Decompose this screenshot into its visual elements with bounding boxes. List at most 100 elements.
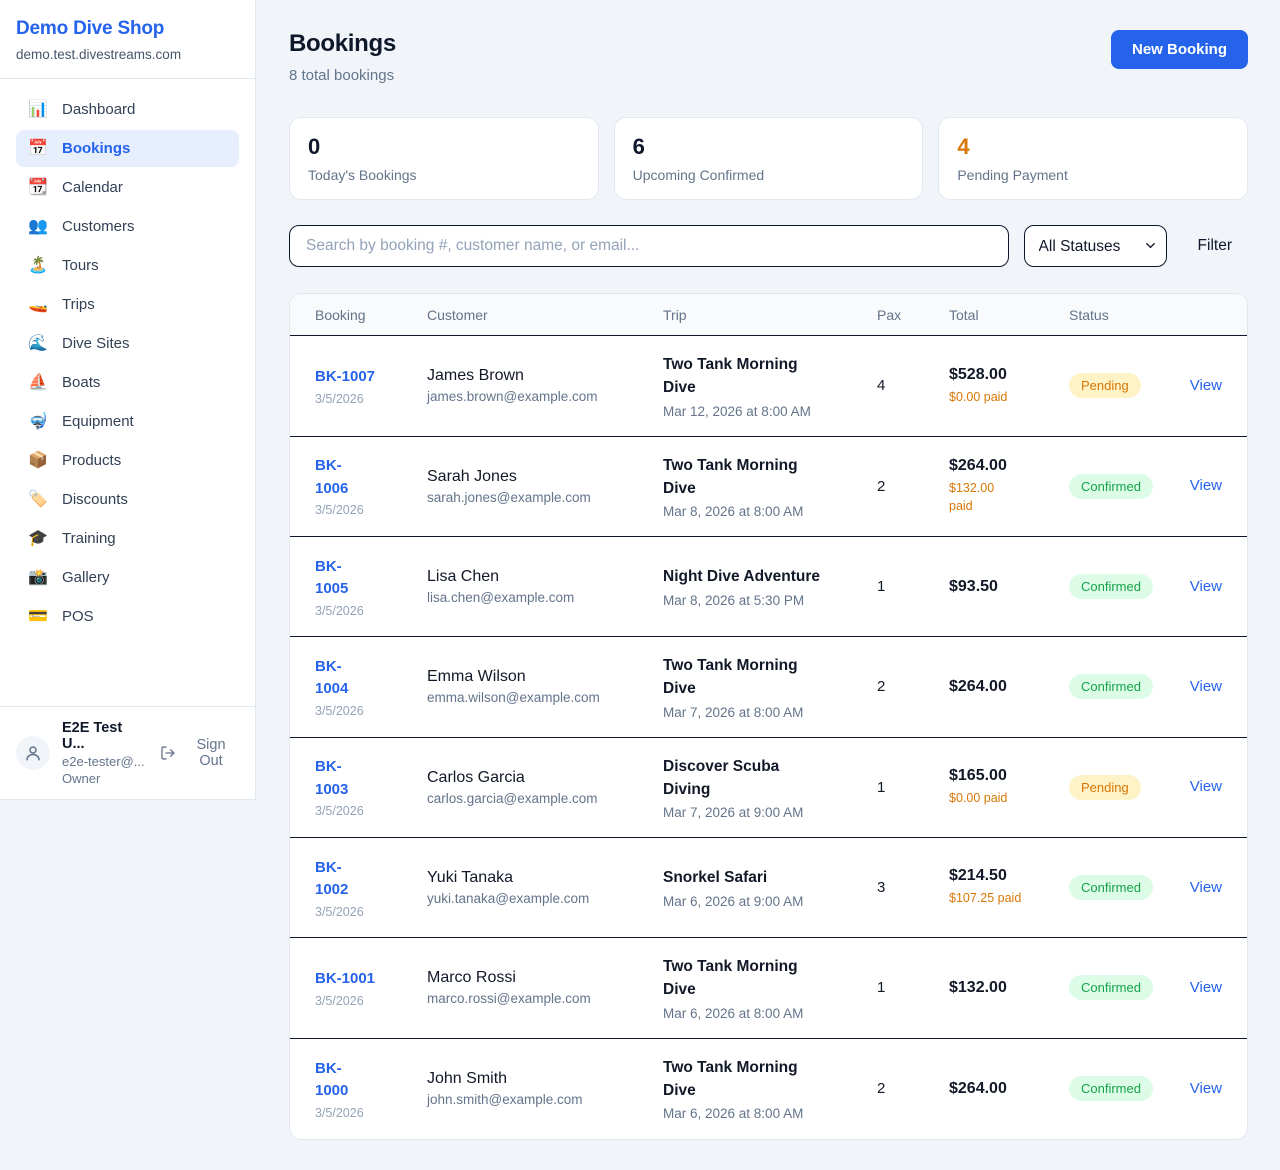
customer-cell: Carlos Garcia carlos.garcia@example.com <box>427 769 663 806</box>
total-amount: $264.00 <box>949 1080 1069 1098</box>
sidebar-item-trips[interactable]: 🚤Trips <box>16 286 239 323</box>
view-link[interactable]: View <box>1190 377 1222 394</box>
status-badge: Confirmed <box>1069 574 1153 599</box>
customer-name: Yuki Tanaka <box>427 869 663 887</box>
user-section: E2E Test U... e2e-tester@... Owner Sign … <box>0 706 255 799</box>
customer-cell: Lisa Chen lisa.chen@example.com <box>427 568 663 605</box>
sidebar-item-label: Equipment <box>62 413 134 430</box>
sidebar-item-training[interactable]: 🎓Training <box>16 520 239 557</box>
customer-name: James Brown <box>427 367 663 385</box>
sidebar-item-tours[interactable]: 🏝️Tours <box>16 247 239 284</box>
view-cell: View <box>1190 778 1222 796</box>
sidebar-item-dashboard[interactable]: 📊Dashboard <box>16 91 239 128</box>
status-select[interactable]: All Statuses <box>1024 225 1167 267</box>
view-link[interactable]: View <box>1190 778 1222 795</box>
sidebar-item-discounts[interactable]: 🏷️Discounts <box>16 481 239 518</box>
sidebar-item-bookings[interactable]: 📅Bookings <box>16 130 239 167</box>
customer-email: yuki.tanaka@example.com <box>427 891 663 906</box>
user-name: E2E Test U... <box>62 720 148 752</box>
customer-email: sarah.jones@example.com <box>427 490 663 505</box>
status-badge: Confirmed <box>1069 474 1153 499</box>
table-row: BK- 1002 3/5/2026 Yuki Tanaka yuki.tanak… <box>290 838 1247 938</box>
total-cell: $528.00 $0.00 paid <box>949 366 1069 406</box>
booking-id-link[interactable]: BK- 1002 <box>315 859 348 899</box>
column-header-status: Status <box>1069 307 1184 323</box>
table-row: BK-1001 3/5/2026 Marco Rossi marco.rossi… <box>290 938 1247 1039</box>
view-link[interactable]: View <box>1190 477 1222 494</box>
column-header-customer: Customer <box>427 307 663 323</box>
sidebar-item-label: Boats <box>62 374 100 391</box>
sidebar-item-label: Products <box>62 452 121 469</box>
sidebar-item-calendar[interactable]: 📆Calendar <box>16 169 239 206</box>
trip-datetime: Mar 8, 2026 at 8:00 AM <box>663 504 877 519</box>
sidebar-item-equipment[interactable]: 🤿Equipment <box>16 403 239 440</box>
total-cell: $214.50 $107.25 paid <box>949 867 1069 907</box>
filter-button[interactable]: Filter <box>1182 227 1248 265</box>
trip-cell: Two Tank Morning Dive Mar 6, 2026 at 8:0… <box>663 1056 877 1122</box>
column-header-total: Total <box>949 307 1069 323</box>
view-link[interactable]: View <box>1190 979 1222 996</box>
view-link[interactable]: View <box>1190 578 1222 595</box>
booking-id-link[interactable]: BK- 1000 <box>315 1060 348 1100</box>
sidebar-item-label: Dive Sites <box>62 335 130 352</box>
status-select-wrap: All Statuses <box>1024 225 1167 267</box>
customer-cell: Emma Wilson emma.wilson@example.com <box>427 668 663 705</box>
customers-icon: 👥 <box>28 219 48 235</box>
new-booking-button[interactable]: New Booking <box>1111 30 1248 69</box>
tours-island-icon: 🏝️ <box>28 258 48 274</box>
view-link[interactable]: View <box>1190 879 1222 896</box>
user-role: Owner <box>62 771 148 786</box>
customer-email: james.brown@example.com <box>427 389 663 404</box>
trip-datetime: Mar 6, 2026 at 9:00 AM <box>663 894 877 909</box>
view-cell: View <box>1190 578 1222 596</box>
calendar-icon: 📆 <box>28 180 48 196</box>
booking-date: 3/5/2026 <box>315 392 427 406</box>
customer-name: Emma Wilson <box>427 668 663 686</box>
table-row: BK- 1005 3/5/2026 Lisa Chen lisa.chen@ex… <box>290 537 1247 637</box>
booking-cell: BK- 1003 3/5/2026 <box>315 756 427 818</box>
table-row: BK- 1000 3/5/2026 John Smith john.smith@… <box>290 1039 1247 1139</box>
status-badge: Confirmed <box>1069 1076 1153 1101</box>
trip-cell: Two Tank Morning Dive Mar 7, 2026 at 8:0… <box>663 654 877 720</box>
customer-cell: James Brown james.brown@example.com <box>427 367 663 404</box>
search-input[interactable] <box>289 225 1009 267</box>
trip-name: Snorkel Safari <box>663 866 877 889</box>
trip-name: Two Tank Morning Dive <box>663 1056 877 1103</box>
total-amount: $132.00 <box>949 979 1069 997</box>
avatar <box>16 736 50 770</box>
trip-name: Two Tank Morning Dive <box>663 454 877 501</box>
booking-date: 3/5/2026 <box>315 704 427 718</box>
stat-card-upcoming-confirmed: 6Upcoming Confirmed <box>614 117 924 200</box>
sign-out-button[interactable]: Sign Out <box>160 737 239 769</box>
customer-name: Carlos Garcia <box>427 769 663 787</box>
stat-label: Pending Payment <box>957 167 1229 183</box>
sidebar-item-products[interactable]: 📦Products <box>16 442 239 479</box>
booking-id-link[interactable]: BK- 1004 <box>315 658 348 698</box>
total-amount: $214.50 <box>949 867 1069 885</box>
main-content: Bookings 8 total bookings New Booking 0T… <box>256 0 1280 1170</box>
booking-id-link[interactable]: BK- 1003 <box>315 758 348 798</box>
sidebar-item-gallery[interactable]: 📸Gallery <box>16 559 239 596</box>
stat-value: 4 <box>957 134 1229 160</box>
booking-id-link[interactable]: BK- 1006 <box>315 457 348 497</box>
status-cell: Pending <box>1069 373 1184 398</box>
status-cell: Confirmed <box>1069 474 1184 499</box>
table-row: BK- 1006 3/5/2026 Sarah Jones sarah.jone… <box>290 437 1247 538</box>
booking-id-link[interactable]: BK-1007 <box>315 368 375 385</box>
booking-id-link[interactable]: BK-1001 <box>315 970 375 987</box>
view-link[interactable]: View <box>1190 1080 1222 1097</box>
sidebar-item-dive-sites[interactable]: 🌊Dive Sites <box>16 325 239 362</box>
view-link[interactable]: View <box>1190 678 1222 695</box>
total-amount: $165.00 <box>949 767 1069 785</box>
sidebar-item-boats[interactable]: ⛵Boats <box>16 364 239 401</box>
total-amount: $264.00 <box>949 457 1069 475</box>
sign-out-icon <box>160 745 176 761</box>
trip-datetime: Mar 7, 2026 at 8:00 AM <box>663 705 877 720</box>
trip-cell: Discover Scuba Diving Mar 7, 2026 at 9:0… <box>663 755 877 821</box>
total-amount: $93.50 <box>949 578 1069 596</box>
sidebar-item-customers[interactable]: 👥Customers <box>16 208 239 245</box>
customer-cell: Marco Rossi marco.rossi@example.com <box>427 969 663 1006</box>
sidebar-item-pos[interactable]: 💳POS <box>16 598 239 635</box>
booking-id-link[interactable]: BK- 1005 <box>315 558 348 598</box>
paid-amount: $132.00 paid <box>949 479 1069 515</box>
